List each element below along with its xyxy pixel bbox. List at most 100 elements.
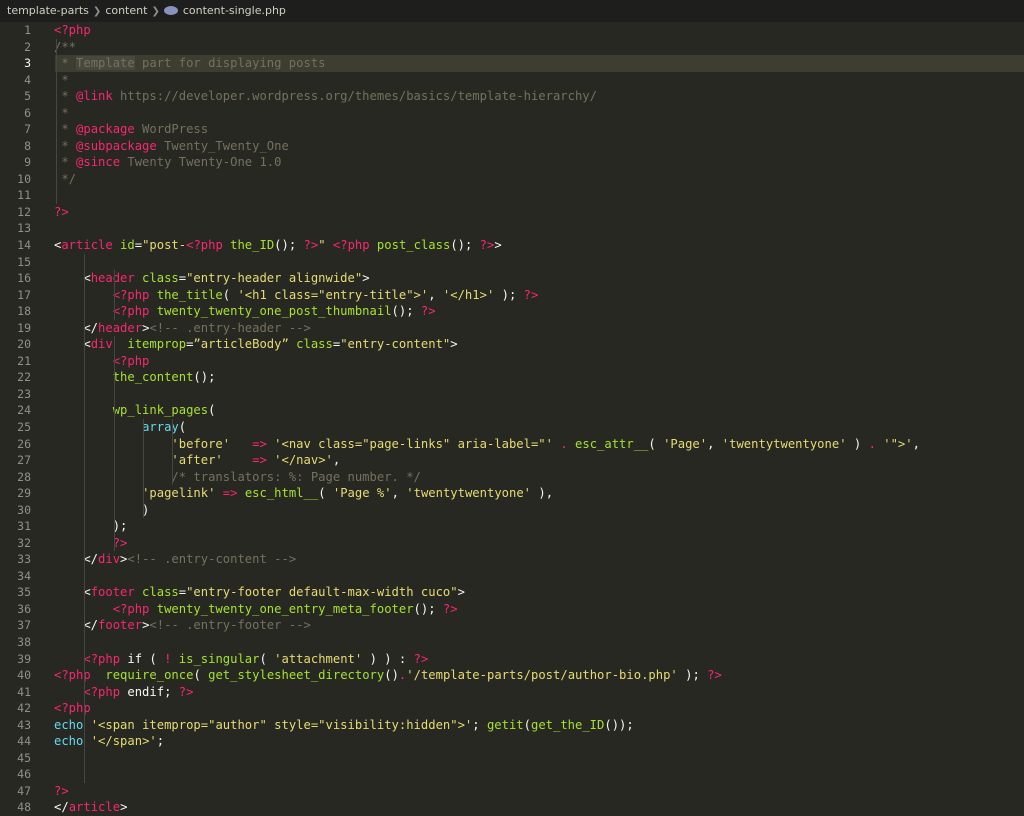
code-token: * [54,155,77,170]
breadcrumb-folder-content[interactable]: content [105,4,147,17]
line-number: 16 [17,271,31,286]
code-line[interactable]: 37 </footer><!-- .entry-footer --> [0,617,1024,634]
code-token: () [384,668,399,683]
code-editor[interactable]: 1 <?php 2/** 3 * Template part for displayi… [0,22,1024,816]
breadcrumb-file-name[interactable]: content-single.php [183,4,286,17]
code-token: ) ) : [362,651,414,666]
code-line[interactable]: 24 wp_link_pages( [0,402,1024,419]
code-line[interactable]: 1 <?php [0,22,1024,39]
code-line[interactable]: 6 * [0,105,1024,122]
code-line[interactable]: 14 <article id="post-<?php the_ID(); ?>" … [0,237,1024,254]
code-line[interactable]: 4 * [0,72,1024,89]
code-text: <?php require_once( get_stylesheet_direc… [54,667,722,684]
line-number: 26 [17,436,31,451]
code-line[interactable]: 21 <?php [0,353,1024,370]
code-line[interactable]: 40 <?php require_once( get_stylesheet_dir… [0,667,1024,684]
code-line[interactable]: 42 <?php [0,700,1024,717]
code-line[interactable]: 18 <?php twenty_twenty_one_post_thumbnai… [0,303,1024,320]
code-token: '<span itemprop="author" style="visibili… [90,717,473,732]
code-line[interactable]: 48 </article> [0,799,1024,816]
code-line[interactable]: 41 <?php endif; ?> [0,684,1024,701]
line-number: 13 [17,221,31,236]
code-line[interactable]: 27 'after' => '</nav>', [0,452,1024,469]
code-line[interactable]: 31 ); [0,518,1024,535]
code-line[interactable]: 28 /* translators: %: Page number. */ [0,469,1024,486]
code-token: 'attachment' [274,651,363,666]
code-line[interactable]: 35 <footer class="entry-footer default-m… [0,584,1024,601]
code-line[interactable]: 33 </div><!-- .entry-content --> [0,551,1024,568]
code-text: array( [54,419,186,436]
code-line[interactable]: 8 * @subpackage Twenty_Twenty_One [0,138,1024,155]
code-line[interactable]: 47 ?> [0,783,1024,800]
breadcrumb-folder-template-parts[interactable]: template-parts [7,4,89,17]
code-line[interactable]: 38 [0,634,1024,651]
code-token: (); [274,238,304,253]
code-line[interactable]: 29 'pagelink' => esc_html__( 'Page %', '… [0,485,1024,502]
code-line[interactable]: 7 * @package WordPress [0,121,1024,138]
code-token: '">' [883,436,913,451]
code-line[interactable]: 20 <div itemprop=”articleBody” class="en… [0,336,1024,353]
code-token: ( [193,668,209,683]
line-number: 18 [17,304,31,319]
code-token: @package [76,122,135,137]
code-token: => [252,436,267,451]
code-line[interactable]: 13 [0,220,1024,237]
code-line[interactable]: 5 * @link https://developer.wordpress.or… [0,88,1024,105]
code-line[interactable]: 25 array( [0,419,1024,436]
line-number: 7 [24,122,31,137]
code-token: ?> [303,238,319,253]
code-token: </ [54,552,99,567]
line-number: 12 [17,204,31,219]
code-line[interactable]: 3 * Template part for displaying posts [0,55,1024,72]
code-line[interactable]: 22 the_content(); [0,369,1024,386]
code-line[interactable]: 12 ?> [0,204,1024,221]
code-token: '/template-parts/post/author-bio.php' [406,668,678,683]
code-line[interactable]: 45 [0,750,1024,767]
code-line[interactable]: 36 <?php twenty_twenty_one_entry_meta_fo… [0,601,1024,618]
code-token: <?php [112,353,150,368]
code-text: * @link https://developer.wordpress.org/… [54,88,597,105]
code-line[interactable]: 43 echo '<span itemprop="author" style="v… [0,717,1024,734]
code-line[interactable]: 16 <header class="entry-header alignwide… [0,270,1024,287]
code-token: article [61,238,113,253]
code-line[interactable]: 19 </header><!-- .entry-header --> [0,320,1024,337]
code-line[interactable]: 15 [0,254,1024,271]
code-line[interactable]: 17 <?php the_title( '<h1 class="entry-ti… [0,287,1024,304]
code-token: ( [222,287,238,302]
code-token: ) [54,502,150,517]
code-line[interactable]: 34 [0,568,1024,585]
line-number: 22 [17,370,31,385]
code-line[interactable]: 39 <?php if ( ! is_singular( 'attachment… [0,651,1024,668]
code-line[interactable]: 46 [0,766,1024,783]
code-text: ) [54,502,149,519]
code-token: ); [54,519,128,534]
code-line[interactable]: 32 ?> [0,535,1024,552]
line-number: 14 [17,238,31,253]
code-line[interactable]: 2 /** [0,39,1024,56]
code-line[interactable]: 30 ) [0,502,1024,519]
code-token: (); [391,304,421,319]
code-line[interactable]: 23 [0,386,1024,403]
code-token: echo [54,717,84,732]
code-token: , [332,453,341,468]
line-number: 8 [24,138,31,153]
code-line[interactable]: 26 'before' => '<nav class="page-links" … [0,436,1024,453]
code-line[interactable]: 10 */ [0,171,1024,188]
line-number: 24 [17,403,31,418]
code-token: . [560,436,568,451]
code-token: 'before' [171,436,231,451]
code-token: 'Page' [663,436,708,451]
code-line[interactable]: 11 [0,187,1024,204]
code-token: = [178,271,187,286]
code-text: echo '<span itemprop="author" style="vis… [54,717,634,734]
code-token: the_ID [222,238,275,253]
code-line[interactable]: 44 echo '</span>'; [0,733,1024,750]
line-number: 20 [17,337,31,352]
code-text: ); [54,518,128,535]
code-line[interactable]: 9 * @since Twenty Twenty-One 1.0 [0,154,1024,171]
code-token: */ [54,171,77,186]
